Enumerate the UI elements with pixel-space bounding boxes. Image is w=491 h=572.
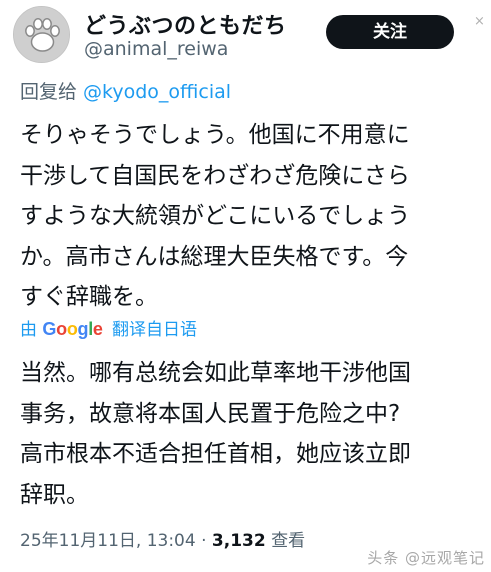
timestamp[interactable]: 25年11月11日, 13:04 · [20,531,212,551]
tweet-text-line: すぐ辞職を。 [20,284,158,310]
reply-to-line: 回复给 @kyodo_official [20,77,231,104]
translated-text-line: 辞职。 [20,481,89,508]
google-logo-letter: g [77,319,89,339]
translated-text-line: 高市根本不适合担任首相，她应该立即 [20,441,411,467]
translated-text: 当然。哪有总统会如此草率地干涉他国 事务，故意将本国人民置于危险之中? 高市根本… [20,353,480,515]
google-logo-letter: e [92,319,103,339]
tweet-card: どうぶつのともだち @animal_reiwa 关注 × 回复给 @kyodo_… [0,0,491,572]
tweet-text-line: そりゃそうでしょう。他国に不用意に [20,122,410,148]
google-logo-letter: G [42,319,57,339]
tweet-text-line: 干渉して自国民をわざわざ危険にさら [20,162,410,189]
google-logo: Google [42,319,103,339]
google-logo-letter: o [66,319,78,339]
cat-paw-icon [14,7,69,62]
close-icon[interactable]: × [474,14,485,29]
avatar[interactable] [13,6,70,63]
translated-text-line: 当然。哪有总统会如此草率地干涉他国 [20,360,411,386]
tweet-text: そりゃそうでしょう。他国に不用意に 干渉して自国民をわざわざ危険にさら すような… [20,115,480,318]
user-handle[interactable]: @animal_reiwa [84,38,228,60]
tweet-text-line: すような大統領がどこにいるでしょう [20,203,411,229]
translated-by-label: 由 [20,320,37,340]
views-count: 3,132 [211,531,266,551]
watermark: 头条 @远观笔记 [367,549,485,567]
display-name[interactable]: どうぶつのともだち [84,8,287,40]
tweet-text-line: か。高市さんは総理大臣失格です。今 [20,243,409,270]
follow-button[interactable]: 关注 [326,15,454,49]
reply-mention-link[interactable]: @kyodo_official [83,81,231,103]
translate-toggle-link[interactable]: 翻译自日语 [112,320,197,340]
views-label: 查看 [265,531,306,551]
reply-to-prefix: 回复给 [20,81,84,103]
translated-text-line: 事务，故意将本国人民置于危险之中? [20,400,401,427]
google-logo-letter: o [56,319,67,339]
translation-attribution: 由 Google 翻译自日语 [20,315,197,340]
tweet-meta: 25年11月11日, 13:04 · 3,132 查看 [20,526,305,551]
